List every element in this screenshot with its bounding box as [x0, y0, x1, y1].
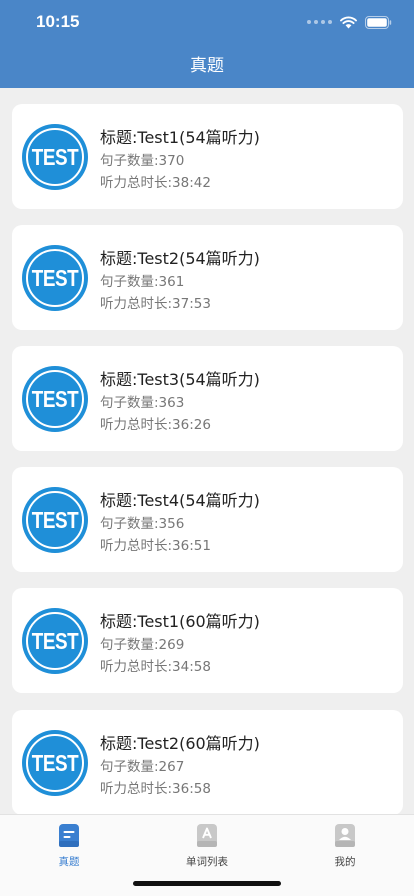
sentence-count: 句子数量:267 — [100, 759, 185, 775]
exam-list[interactable]: TEST 标题:Test1(54篇听力) 句子数量:370 听力总时长:38:4… — [0, 88, 414, 814]
test-badge-text: TEST — [31, 386, 79, 412]
test-badge-icon: TEST — [22, 366, 88, 432]
status-indicators — [307, 15, 392, 29]
tab-exams[interactable]: 真题 — [0, 821, 138, 871]
wifi-icon — [340, 16, 357, 28]
listening-duration: 听力总时长:36:26 — [100, 417, 211, 433]
status-time: 10:15 — [36, 12, 80, 31]
tab-profile[interactable]: 我的 — [276, 821, 414, 871]
battery-icon — [365, 15, 392, 29]
sentence-count: 句子数量:269 — [100, 637, 185, 653]
tab-label: 单词列表 — [186, 856, 228, 868]
card-title: 标题:Test1(60篇听力) — [100, 612, 260, 631]
cellular-signal-icon — [307, 20, 332, 24]
test-badge-icon: TEST — [22, 245, 88, 311]
exam-icon — [59, 824, 79, 847]
card-title: 标题:Test1(54篇听力) — [100, 128, 260, 147]
listening-duration: 听力总时长:38:42 — [100, 175, 211, 191]
card-title: 标题:Test2(60篇听力) — [100, 734, 260, 753]
listening-duration: 听力总时长:36:51 — [100, 538, 211, 554]
sentence-count: 句子数量:370 — [100, 153, 185, 169]
exam-card[interactable]: TEST 标题:Test3(54篇听力) 句子数量:363 听力总时长:36:2… — [12, 346, 403, 451]
test-badge-text: TEST — [31, 750, 79, 776]
profile-icon — [335, 824, 355, 847]
test-badge-icon: TEST — [22, 730, 88, 796]
status-bar: 10:15 — [0, 0, 414, 44]
test-badge-icon: TEST — [22, 608, 88, 674]
card-title: 标题:Test2(54篇听力) — [100, 249, 260, 268]
card-title: 标题:Test4(54篇听力) — [100, 491, 260, 510]
card-title: 标题:Test3(54篇听力) — [100, 370, 260, 389]
test-badge-text: TEST — [31, 144, 79, 170]
listening-duration: 听力总时长:37:53 — [100, 296, 211, 312]
exam-card[interactable]: TEST 标题:Test4(54篇听力) 句子数量:356 听力总时长:36:5… — [12, 467, 403, 572]
page-title: 真题 — [190, 56, 224, 76]
exam-card[interactable]: TEST 标题:Test1(60篇听力) 句子数量:269 听力总时长:34:5… — [12, 588, 403, 693]
test-badge-icon: TEST — [22, 487, 88, 553]
test-badge-text: TEST — [31, 628, 79, 654]
sentence-count: 句子数量:361 — [100, 274, 185, 290]
listening-duration: 听力总时长:34:58 — [100, 659, 211, 675]
tab-label: 真题 — [58, 856, 80, 868]
test-badge-icon: TEST — [22, 124, 88, 190]
test-badge-text: TEST — [31, 507, 79, 533]
exam-card[interactable]: TEST 标题:Test1(54篇听力) 句子数量:370 听力总时长:38:4… — [12, 104, 403, 209]
word-list-icon — [197, 824, 217, 847]
tab-word-list[interactable]: 单词列表 — [138, 821, 276, 871]
listening-duration: 听力总时长:36:58 — [100, 781, 211, 797]
sentence-count: 句子数量:356 — [100, 516, 185, 532]
sentence-count: 句子数量:363 — [100, 395, 185, 411]
navigation-bar: 真题 — [0, 44, 414, 88]
test-badge-text: TEST — [31, 265, 79, 291]
home-indicator[interactable] — [133, 881, 281, 886]
exam-card[interactable]: TEST 标题:Test2(54篇听力) 句子数量:361 听力总时长:37:5… — [12, 225, 403, 330]
tab-label: 我的 — [334, 856, 356, 868]
exam-card[interactable]: TEST 标题:Test2(60篇听力) 句子数量:267 听力总时长:36:5… — [12, 710, 403, 814]
